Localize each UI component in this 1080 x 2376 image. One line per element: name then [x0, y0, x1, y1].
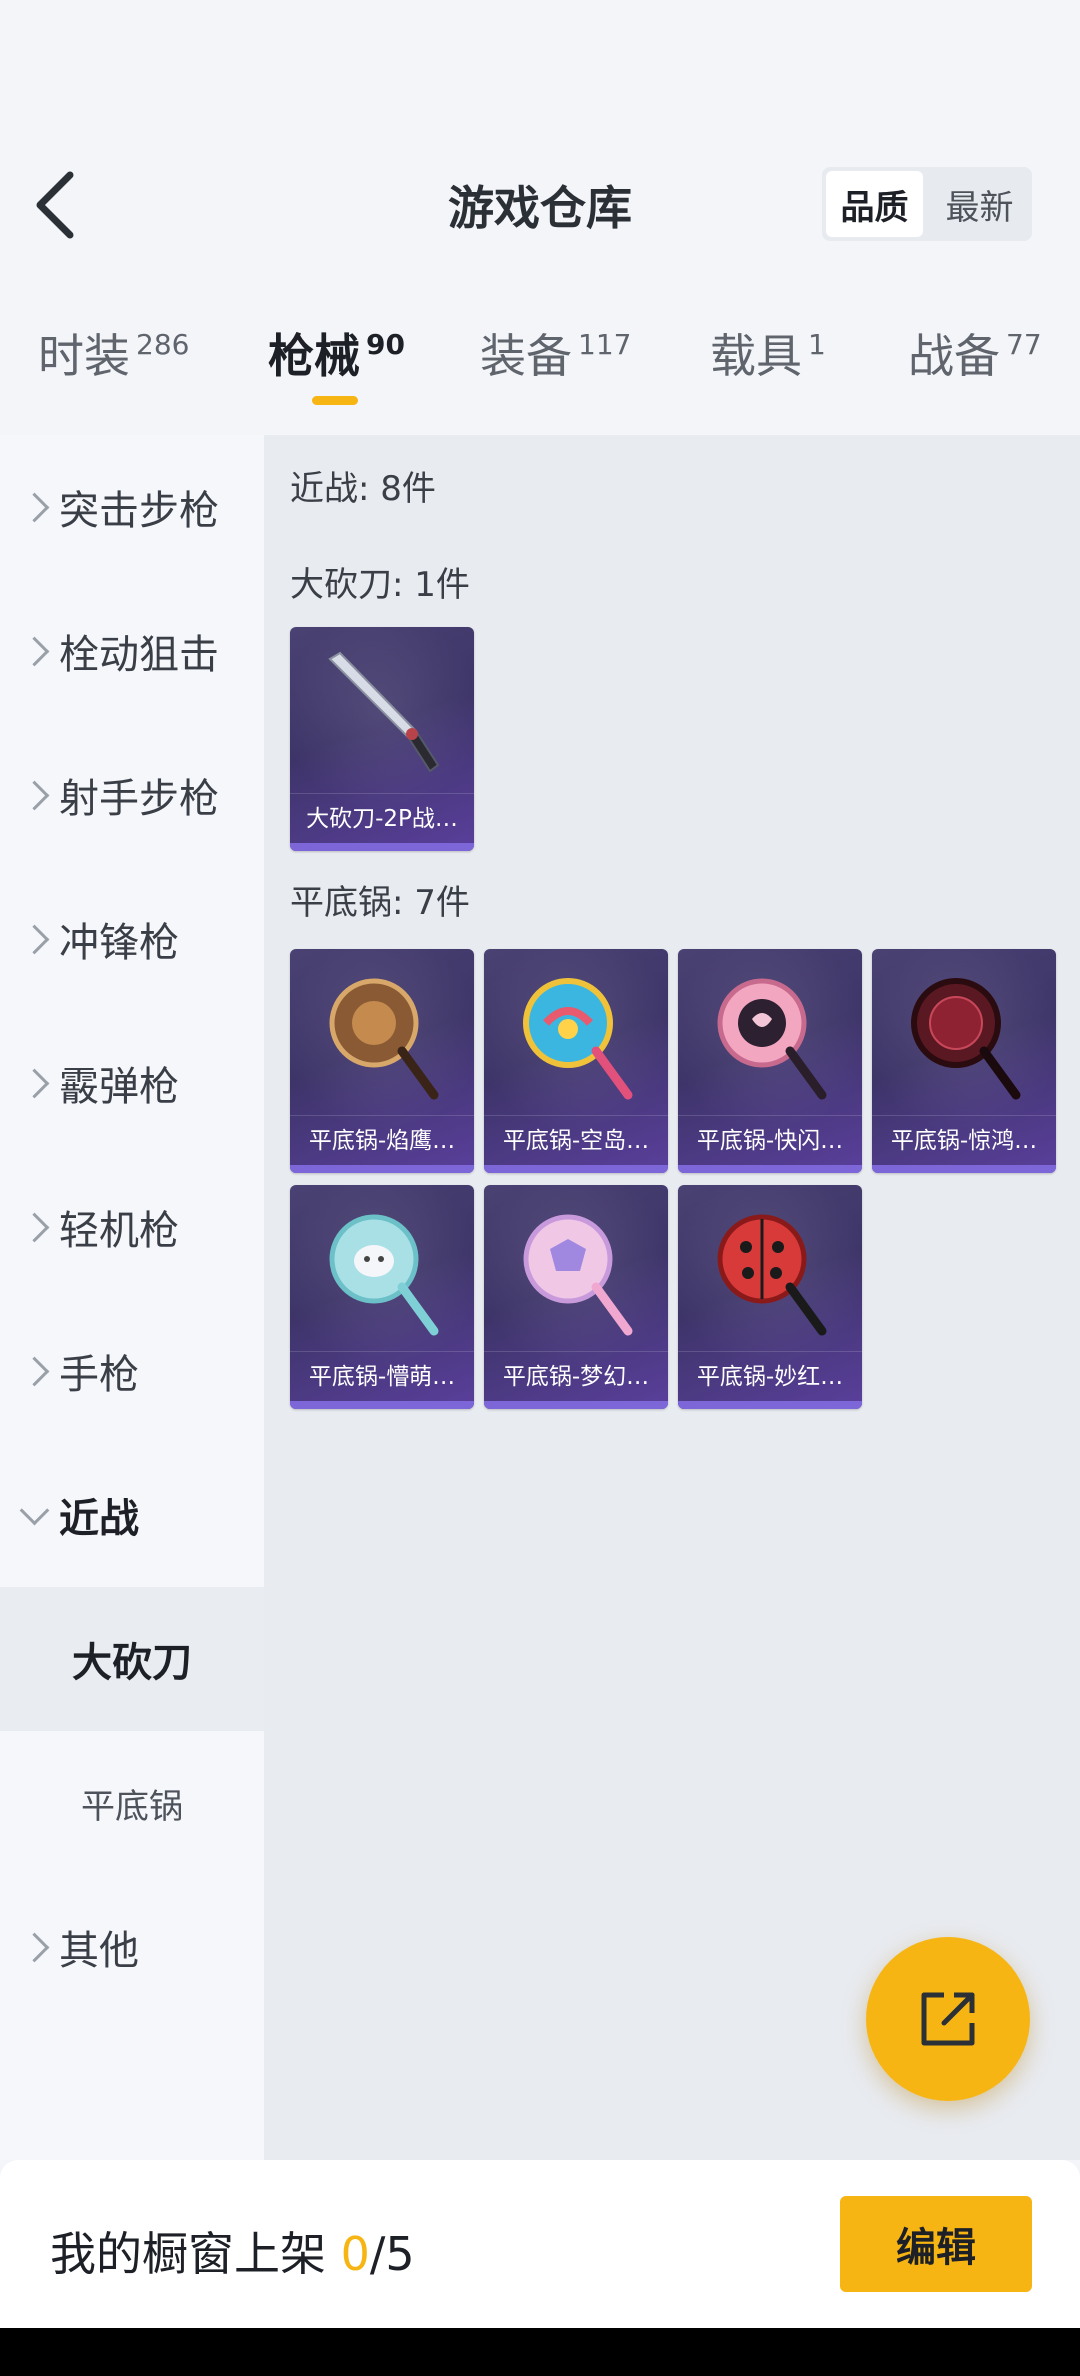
- active-tab-indicator: [312, 396, 358, 405]
- tab-gear[interactable]: 战备 77: [908, 320, 1042, 386]
- tab-count: 1: [808, 328, 826, 361]
- pan-pink-icon: [717, 978, 827, 1100]
- sidebar-item-melee[interactable]: 近战: [0, 1443, 264, 1587]
- showcase-label: 我的橱窗上架: [50, 2227, 341, 2281]
- chevron-right-icon: [19, 1932, 50, 1962]
- rarity-bar: [484, 1165, 668, 1173]
- tab-label: 载具: [710, 329, 802, 383]
- rarity-bar: [484, 1401, 668, 1409]
- sidebar-item-label: 突击步枪: [59, 488, 219, 534]
- chevron-right-icon: [19, 636, 50, 666]
- sidebar-item-label: 霰弹枪: [59, 1064, 179, 1110]
- tab-label: 战备: [908, 329, 1000, 383]
- pan-rainbow-icon: [523, 978, 633, 1100]
- showcase-status: 我的橱窗上架 0/5: [50, 2218, 415, 2284]
- item-card[interactable]: 大砍刀-2P战…: [290, 627, 474, 851]
- sort-quality-button[interactable]: 品质: [826, 171, 923, 237]
- sidebar-item-bolt-sniper[interactable]: 栓动狙击: [0, 579, 264, 723]
- sidebar-item-label: 手枪: [59, 1352, 139, 1398]
- item-card[interactable]: 平底锅-空岛…: [484, 949, 668, 1173]
- pan-ladybug-icon: [717, 1214, 827, 1336]
- item-card[interactable]: 平底锅-妙红…: [678, 1185, 862, 1409]
- tab-vehicles[interactable]: 载具 1: [710, 320, 826, 386]
- sidebar-item-label: 冲锋枪: [59, 920, 179, 966]
- sidebar-subitem-pan[interactable]: 平底锅: [0, 1731, 264, 1875]
- item-card[interactable]: 平底锅-快闪…: [678, 949, 862, 1173]
- sidebar-item-pistol[interactable]: 手枪: [0, 1299, 264, 1443]
- group-title: 平底锅: 7件: [290, 883, 470, 923]
- rarity-bar: [872, 1165, 1056, 1173]
- system-navigation-bar: [0, 2328, 1080, 2376]
- sidebar-item-label: 栓动狙击: [59, 632, 219, 678]
- chevron-right-icon: [19, 780, 50, 810]
- sidebar-subitem-machete[interactable]: 大砍刀: [0, 1587, 264, 1731]
- pan-pastel-icon: [523, 1214, 633, 1336]
- machete-icon: [328, 651, 440, 773]
- tab-count: 77: [1006, 328, 1042, 361]
- chevron-right-icon: [19, 1068, 50, 1098]
- sort-toggle: 品质 最新: [822, 167, 1032, 241]
- chevron-right-icon: [19, 924, 50, 954]
- item-card[interactable]: 平底锅-梦幻…: [484, 1185, 668, 1409]
- tab-guns[interactable]: 枪械 90: [268, 320, 405, 386]
- item-name: 大砍刀-2P战…: [290, 793, 474, 843]
- sidebar-item-lmg[interactable]: 轻机枪: [0, 1155, 264, 1299]
- edit-button[interactable]: 编辑: [840, 2196, 1032, 2292]
- rarity-bar: [290, 1165, 474, 1173]
- sidebar-item-marksman[interactable]: 射手步枪: [0, 723, 264, 867]
- item-name: 平底锅-焰鹰…: [290, 1115, 474, 1165]
- rarity-bar: [290, 1401, 474, 1409]
- chevron-right-icon: [19, 1212, 50, 1242]
- header: 游戏仓库 品质 最新: [0, 0, 1080, 290]
- tab-count: 90: [366, 328, 405, 361]
- tab-count: 286: [136, 328, 190, 361]
- item-name: 平底锅-惊鸿…: [872, 1115, 1056, 1165]
- showcase-total: /5: [369, 2227, 415, 2281]
- item-card[interactable]: 平底锅-懵萌…: [290, 1185, 474, 1409]
- tab-equipment[interactable]: 装备 117: [480, 320, 631, 386]
- item-list: 近战: 8件 大砍刀: 1件 大砍刀-2P战… 平底锅: 7件 平底锅-焰鹰… …: [264, 435, 1080, 2160]
- sidebar: 突击步枪 栓动狙击 射手步枪 冲锋枪 霰弹枪 轻机枪 手枪 近战 大砍刀 平底锅…: [0, 435, 264, 2160]
- rarity-bar: [678, 1165, 862, 1173]
- item-name: 平底锅-梦幻…: [484, 1351, 668, 1401]
- pan-crimson-icon: [911, 978, 1021, 1100]
- tab-label: 时装: [38, 329, 130, 383]
- share-button[interactable]: [866, 1937, 1030, 2101]
- group-title: 大砍刀: 1件: [290, 565, 470, 605]
- share-icon: [921, 1992, 975, 2046]
- sort-latest-button[interactable]: 最新: [931, 171, 1028, 237]
- sidebar-item-label: 轻机枪: [59, 1208, 179, 1254]
- rarity-bar: [678, 1401, 862, 1409]
- sidebar-item-assault-rifle[interactable]: 突击步枪: [0, 435, 264, 579]
- item-card[interactable]: 平底锅-惊鸿…: [872, 949, 1056, 1173]
- item-name: 平底锅-空岛…: [484, 1115, 668, 1165]
- footer-bar: 我的橱窗上架 0/5 编辑: [0, 2160, 1080, 2328]
- item-card[interactable]: 平底锅-焰鹰…: [290, 949, 474, 1173]
- sidebar-item-label: 其他: [59, 1928, 139, 1974]
- chevron-right-icon: [19, 492, 50, 522]
- pan-teal-icon: [329, 1214, 439, 1336]
- rarity-bar: [290, 843, 474, 851]
- pan-bronze-icon: [329, 978, 439, 1100]
- tab-label: 枪械: [268, 329, 360, 383]
- chevron-right-icon: [19, 1356, 50, 1386]
- item-name: 平底锅-懵萌…: [290, 1351, 474, 1401]
- item-name: 平底锅-快闪…: [678, 1115, 862, 1165]
- sidebar-item-smg[interactable]: 冲锋枪: [0, 867, 264, 1011]
- sidebar-item-shotgun[interactable]: 霰弹枪: [0, 1011, 264, 1155]
- sidebar-item-other[interactable]: 其他: [0, 1875, 264, 2019]
- sidebar-item-label: 近战: [59, 1496, 139, 1542]
- item-name: 平底锅-妙红…: [678, 1351, 862, 1401]
- tab-label: 装备: [480, 329, 572, 383]
- chevron-down-icon: [19, 1495, 50, 1525]
- showcase-current-count: 0: [340, 2227, 370, 2281]
- tab-fashion[interactable]: 时装 286: [38, 320, 189, 386]
- category-total: 近战: 8件: [290, 469, 436, 509]
- tab-count: 117: [578, 328, 632, 361]
- sidebar-item-label: 射手步枪: [59, 776, 219, 822]
- category-tabs: 时装 286 枪械 90 装备 117 载具 1 战备 77: [0, 320, 1080, 430]
